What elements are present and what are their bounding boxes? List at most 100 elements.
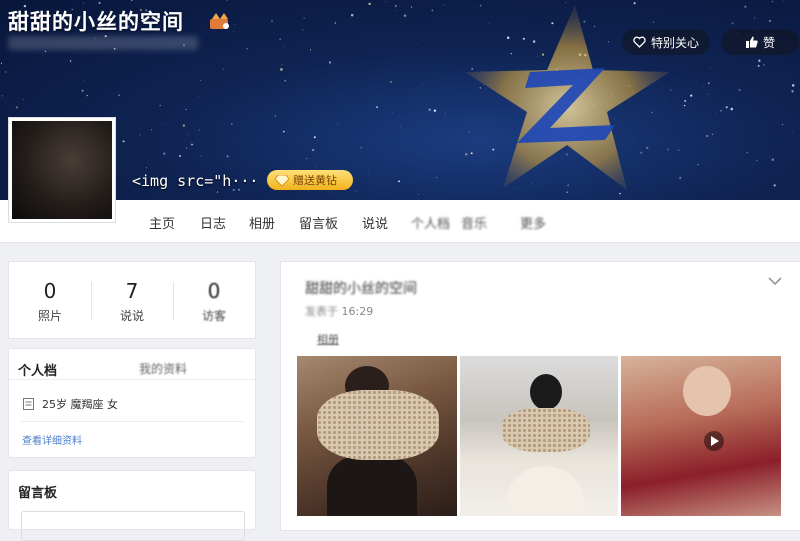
star-dot [329, 61, 331, 63]
stat-visitors[interactable]: 0 访客 [173, 262, 255, 324]
card-divider [21, 421, 245, 422]
photo-shape [530, 374, 562, 410]
star-dot [140, 134, 141, 135]
site-title: 甜甜的小丝的空间 [8, 6, 184, 36]
nav-music[interactable]: 音乐 [461, 213, 487, 232]
star-dot [445, 113, 446, 114]
star-dot [334, 22, 336, 24]
star-dot [118, 94, 120, 96]
star-dot [186, 147, 187, 148]
star-dot [306, 158, 307, 159]
star-dot [234, 24, 235, 25]
star-dot [361, 147, 362, 148]
nav-guestbook[interactable]: 留言板 [299, 213, 338, 232]
card-divider [9, 379, 255, 380]
feed-post: 甜甜的小丝的空间 发表于 16:29 相册 [280, 261, 800, 531]
star-dot [706, 144, 707, 145]
star-dot [351, 14, 354, 17]
post-photo[interactable] [297, 356, 457, 516]
star-dot [769, 20, 770, 21]
nav-home[interactable]: 主页 [149, 213, 175, 232]
stat-label: 访客 [173, 307, 255, 324]
stat-value: 0 [173, 279, 255, 303]
post-photo[interactable] [460, 356, 618, 516]
star-dot [131, 0, 133, 1]
star-dot [368, 3, 370, 5]
star-dot [183, 124, 185, 126]
stat-photos[interactable]: 0 照片 [9, 262, 91, 324]
star-dot [436, 177, 437, 178]
star-dot [83, 3, 84, 4]
star-dot [792, 131, 793, 132]
avatar-image [12, 121, 112, 219]
post-photo[interactable] [621, 356, 781, 516]
star-dot [200, 80, 202, 82]
star-dot [337, 124, 338, 125]
star-dot [395, 10, 396, 11]
star-dot [83, 81, 84, 82]
post-title[interactable]: 甜甜的小丝的空间 [305, 278, 417, 298]
star-dot [280, 68, 283, 71]
star-dot [368, 173, 369, 174]
star-dot [70, 60, 71, 61]
star-dot [312, 149, 314, 151]
star-dot [401, 126, 402, 127]
star-dot [205, 124, 206, 125]
star-dot [411, 6, 412, 7]
play-icon[interactable] [703, 430, 725, 452]
star-dot [726, 106, 728, 108]
diamond-icon [275, 175, 289, 186]
star-dot [708, 82, 710, 84]
star-dot [302, 29, 303, 30]
avatar[interactable] [8, 117, 116, 223]
star-dot [146, 167, 147, 168]
nav-more[interactable]: 更多 [520, 213, 546, 232]
star-dot [754, 17, 755, 18]
nav-shuoshuo[interactable]: 说说 [362, 213, 388, 232]
heart-plus-icon [633, 36, 646, 48]
star-dot [275, 115, 276, 116]
thumbs-up-icon [745, 36, 758, 48]
star-dot [697, 164, 698, 165]
star-dot [706, 135, 708, 137]
star-dot [198, 96, 199, 97]
star-dot [217, 191, 218, 192]
star-dot [756, 160, 757, 161]
gift-vip-button[interactable]: 赠送黄钻 [267, 170, 353, 190]
nav-blog[interactable]: 日志 [200, 213, 226, 232]
profile-edit-link[interactable]: 我的资料 [139, 360, 187, 377]
star-dot [715, 113, 716, 114]
star-dot [248, 123, 249, 124]
post-time-prefix: 发表于 [305, 305, 338, 318]
post-tag[interactable]: 相册 [317, 331, 339, 347]
star-dot [707, 94, 708, 95]
nav-album[interactable]: 相册 [249, 213, 275, 232]
like-button[interactable]: 赞 [721, 29, 799, 55]
star-dot [732, 22, 734, 24]
special-follow-button[interactable]: 特别关心 [622, 29, 710, 55]
star-dot [417, 44, 418, 45]
star-dot [731, 108, 734, 111]
chevron-down-icon[interactable] [768, 276, 782, 286]
star-dot [703, 86, 704, 87]
stat-shuoshuo[interactable]: 7 说说 [91, 262, 173, 324]
star-dot [422, 84, 423, 85]
guestbook-input[interactable] [21, 511, 245, 541]
nav-profile[interactable]: 个人档 [411, 213, 450, 232]
star-dot [283, 131, 285, 133]
star-dot [227, 155, 229, 157]
star-dot [758, 65, 760, 67]
star-dot [758, 60, 760, 62]
view-details-link[interactable]: 查看详细资料 [22, 432, 82, 447]
star-dot [432, 10, 433, 11]
star-dot [284, 46, 285, 47]
star-dot [316, 166, 317, 167]
guestbook-card: 留言板 [8, 470, 256, 530]
star-dot [772, 158, 774, 160]
profile-info-text: 25岁 魔羯座 女 [42, 396, 118, 412]
star-dot [385, 2, 386, 3]
star-dot [747, 152, 748, 153]
star-dot [16, 106, 18, 108]
star-dot [116, 194, 117, 195]
star-dot [744, 6, 746, 8]
